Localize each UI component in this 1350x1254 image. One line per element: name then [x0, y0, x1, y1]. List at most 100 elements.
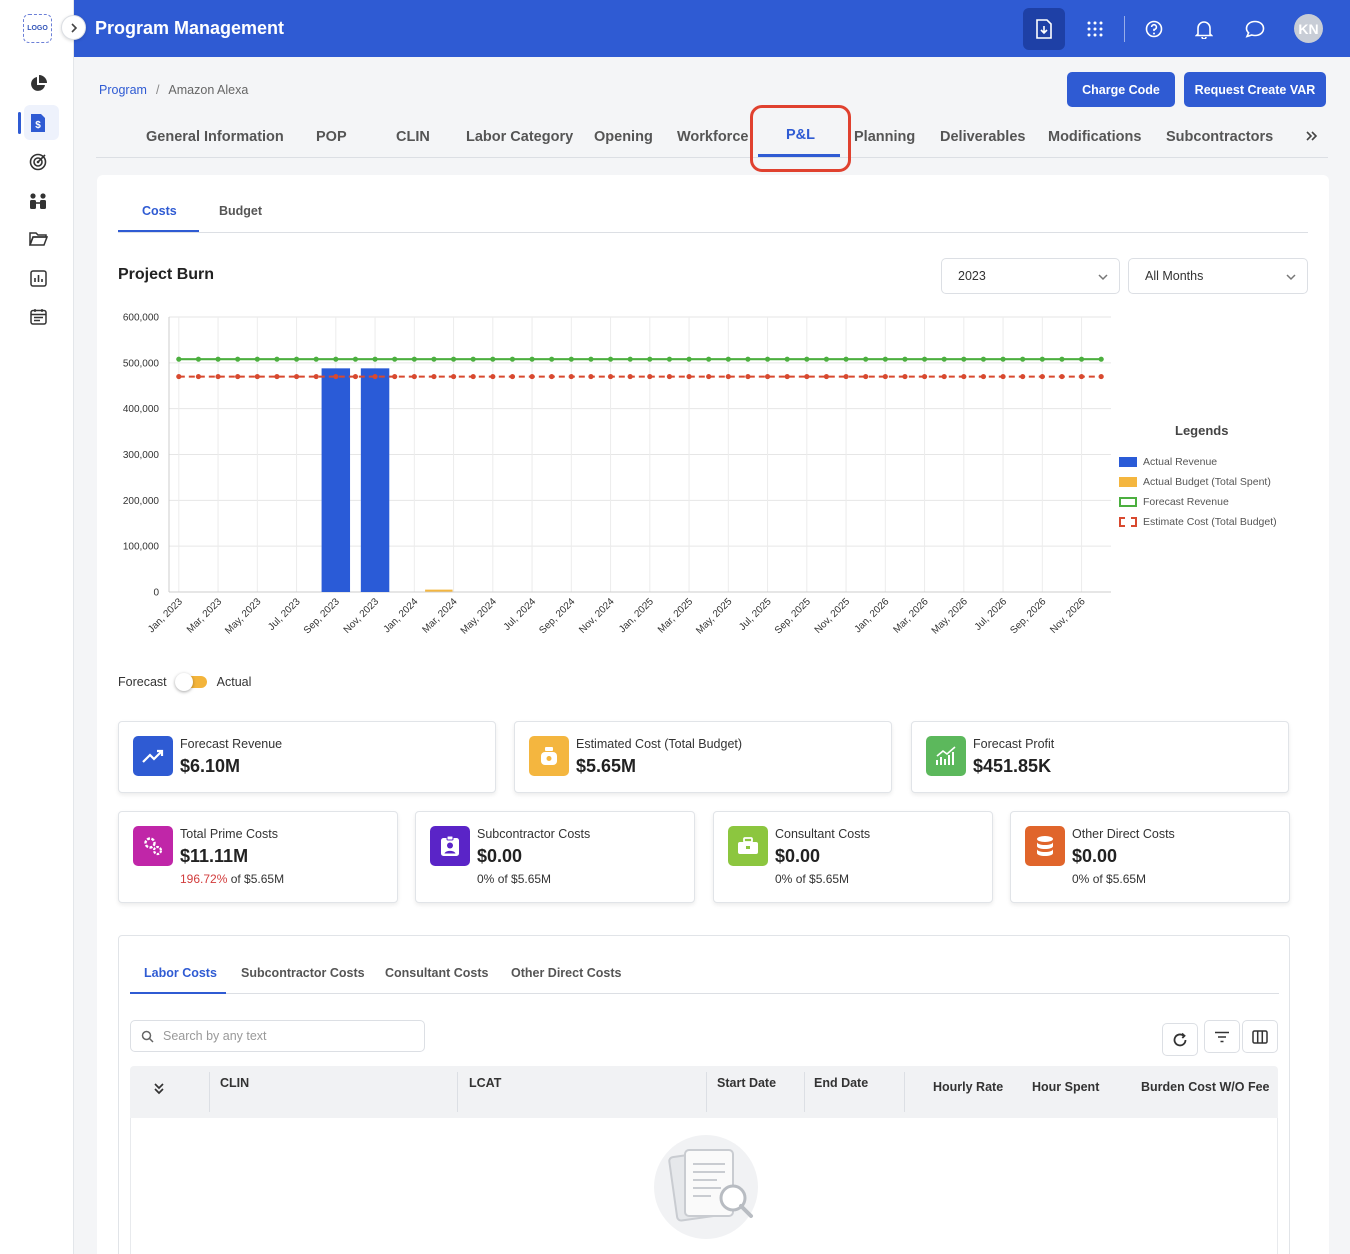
legend-swatch: [1119, 497, 1137, 507]
tab-labor-category[interactable]: Labor Category: [466, 129, 573, 145]
x-tick-label: May, 2023: [223, 596, 264, 637]
chat-bubble-icon: [1245, 20, 1265, 38]
tab-clin[interactable]: CLIN: [396, 129, 430, 145]
filter-button[interactable]: [1204, 1020, 1240, 1053]
stat-subtext: 0% of $5.65M: [1072, 872, 1146, 886]
x-tick-label: May, 2024: [459, 596, 500, 637]
point-forecast-revenue: [333, 356, 339, 362]
column-header-start-date[interactable]: Start Date: [717, 1076, 776, 1090]
folder-icon[interactable]: [26, 227, 50, 251]
month-select[interactable]: All Months: [1128, 258, 1308, 294]
stat-of: of $5.65M: [1092, 872, 1147, 886]
point-estimate-cost: [902, 373, 908, 380]
search-input[interactable]: Search by any text: [130, 1020, 425, 1052]
download-document-icon: [1036, 19, 1052, 39]
user-avatar[interactable]: KN: [1294, 14, 1323, 43]
more-tabs-button[interactable]: [1305, 127, 1319, 148]
column-header-hour-spent[interactable]: Hour Spent: [1032, 1080, 1099, 1094]
contact-card-icon: [430, 826, 470, 866]
filter-icon: [1215, 1031, 1229, 1042]
point-estimate-cost: [921, 373, 928, 380]
tab-subcontractor-costs[interactable]: Subcontractor Costs: [241, 966, 365, 980]
charge-code-button[interactable]: Charge Code: [1067, 72, 1175, 107]
tab-general-information[interactable]: General Information: [146, 129, 284, 145]
column-header-burden-cost[interactable]: Burden Cost W/O Fee: [1141, 1080, 1269, 1094]
tab-labor-costs[interactable]: Labor Costs: [144, 966, 217, 980]
stat-label: Estimated Cost (Total Budget): [576, 737, 743, 751]
stat-value: $11.11M: [180, 846, 249, 866]
chevron-right-icon: [70, 22, 77, 33]
legend-actual-budget[interactable]: Actual Budget (Total Spent): [1119, 476, 1271, 488]
column-header-clin[interactable]: CLIN: [220, 1076, 249, 1090]
point-estimate-cost: [529, 373, 535, 380]
point-forecast-revenue: [293, 356, 300, 362]
tab-opening[interactable]: Opening: [594, 129, 653, 145]
x-tick-label: Sep, 2024: [537, 596, 577, 636]
refresh-button[interactable]: [1162, 1023, 1198, 1056]
tab-consultant-costs[interactable]: Consultant Costs: [385, 966, 488, 980]
pie-chart-icon[interactable]: [26, 72, 50, 96]
point-forecast-revenue: [1020, 356, 1026, 362]
stat-of: of $5.65M: [497, 872, 552, 886]
download-document-button[interactable]: [1023, 8, 1065, 50]
point-estimate-cost: [176, 373, 182, 380]
chat-button[interactable]: [1234, 8, 1276, 50]
point-estimate-cost: [352, 373, 359, 380]
point-estimate-cost: [666, 373, 673, 380]
column-header-hourly-rate[interactable]: Hourly Rate: [933, 1080, 1003, 1094]
point-forecast-revenue: [588, 356, 594, 362]
help-button[interactable]: [1133, 8, 1175, 50]
team-icon[interactable]: [26, 189, 50, 213]
point-estimate-cost: [607, 373, 614, 380]
x-tick-label: Jul, 2023: [266, 596, 303, 633]
billing-document-icon[interactable]: $: [26, 111, 50, 135]
column-header-lcat[interactable]: LCAT: [469, 1076, 501, 1090]
legend-label: Actual Budget (Total Spent): [1143, 476, 1271, 488]
columns-button[interactable]: [1242, 1020, 1278, 1053]
y-tick-label: 400,000: [123, 404, 160, 415]
help-icon: [1145, 20, 1163, 38]
point-forecast-revenue: [195, 356, 202, 362]
target-icon[interactable]: [26, 150, 50, 174]
stat-percent: 0%: [1072, 872, 1090, 886]
point-estimate-cost: [706, 373, 712, 380]
point-forecast-revenue: [804, 356, 810, 362]
tab-subcontractors[interactable]: Subcontractors: [1166, 129, 1273, 145]
legend-estimate-cost[interactable]: Estimate Cost (Total Budget): [1119, 516, 1277, 528]
legend-swatch: [1119, 457, 1137, 467]
point-estimate-cost: [588, 373, 594, 380]
column-divider: [209, 1072, 210, 1112]
point-forecast-revenue: [235, 356, 241, 362]
point-forecast-revenue: [961, 356, 967, 362]
expand-all-rows-button[interactable]: [152, 1082, 166, 1101]
breadcrumb-program-link[interactable]: Program: [99, 83, 147, 97]
column-header-end-date[interactable]: End Date: [814, 1076, 868, 1090]
notifications-button[interactable]: [1183, 8, 1225, 50]
breadcrumb-current: Amazon Alexa: [168, 83, 249, 97]
request-create-var-button[interactable]: Request Create VAR: [1184, 72, 1326, 107]
tab-deliverables[interactable]: Deliverables: [940, 129, 1025, 145]
point-estimate-cost: [863, 373, 869, 380]
tab-workforce[interactable]: Workforce: [677, 129, 748, 145]
tab-pop[interactable]: POP: [316, 129, 347, 145]
calendar-icon[interactable]: [26, 304, 50, 328]
stat-value: $5.65M: [576, 756, 637, 776]
legend-forecast-revenue[interactable]: Forecast Revenue: [1119, 496, 1229, 508]
tab-modifications[interactable]: Modifications: [1048, 129, 1141, 145]
report-icon[interactable]: [26, 266, 50, 290]
apps-grid-button[interactable]: [1074, 8, 1116, 50]
point-estimate-cost: [725, 373, 731, 380]
stat-label: Subcontractor Costs: [477, 827, 591, 841]
point-estimate-cost: [235, 373, 241, 380]
expand-sidebar-button[interactable]: [61, 15, 86, 40]
tab-other-direct-costs[interactable]: Other Direct Costs: [511, 966, 621, 980]
point-estimate-cost: [882, 373, 888, 380]
tab-planning[interactable]: Planning: [854, 129, 915, 145]
point-estimate-cost: [627, 373, 633, 380]
point-estimate-cost: [333, 373, 339, 380]
legend-actual-revenue[interactable]: Actual Revenue: [1119, 456, 1217, 468]
forecast-actual-toggle[interactable]: [174, 673, 207, 691]
point-estimate-cost: [1059, 373, 1065, 380]
point-forecast-revenue: [706, 356, 712, 362]
x-tick-label: Jul, 2025: [737, 596, 774, 633]
